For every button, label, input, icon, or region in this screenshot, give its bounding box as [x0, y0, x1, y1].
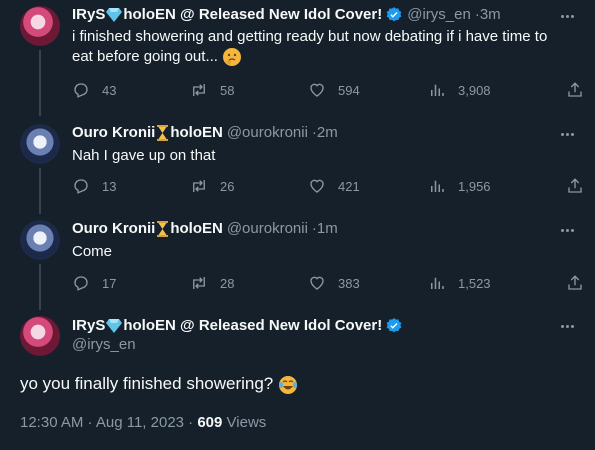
display-name[interactable]: IRyS — [72, 316, 105, 336]
views-count: 609 — [197, 414, 223, 431]
views-label: Views — [222, 414, 267, 431]
handle[interactable]: @irys_en — [72, 336, 136, 353]
gem-icon — [106, 319, 123, 333]
tweet-header: IRyS holoEN @ Released New Idol Cover! — [72, 316, 403, 336]
main-tweet: IRyS holoEN @ Released New Idol Cover! @… — [0, 0, 595, 450]
display-name-suffix[interactable]: holoEN @ Released New Idol Cover! — [123, 316, 382, 336]
tweet-text: yo you finally finished showering? — [20, 372, 298, 396]
face-with-tears-of-joy-icon — [279, 375, 297, 394]
verified-badge-icon — [386, 318, 402, 333]
more-options-icon[interactable] — [557, 316, 577, 336]
tweet-text-body: yo you finally finished showering? — [20, 374, 274, 393]
tweet-thread: IRyS holoEN @ Released New Idol Cover! @… — [0, 0, 595, 450]
tweet-timestamp[interactable]: 12:30 AM · Aug 11, 2023 · — [20, 414, 197, 431]
tweet-meta: 12:30 AM · Aug 11, 2023 · 609 Views — [20, 414, 266, 431]
avatar[interactable] — [20, 316, 60, 356]
